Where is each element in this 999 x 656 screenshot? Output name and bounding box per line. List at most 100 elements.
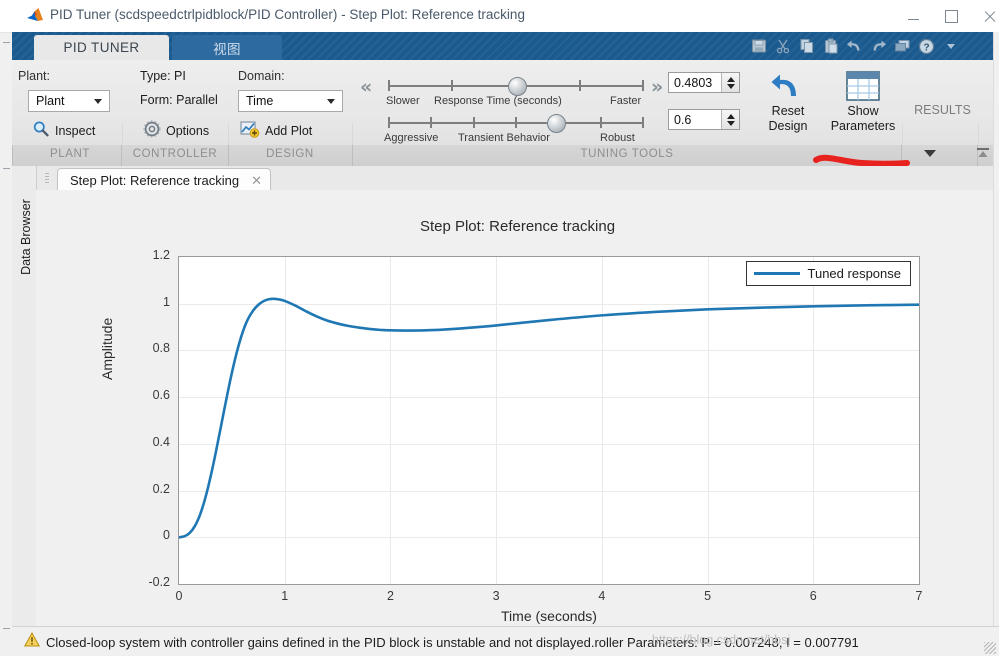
stepper-down-icon <box>727 121 735 126</box>
transient-behavior-value: 0.6 <box>669 113 721 127</box>
data-browser-sidebar[interactable]: Data Browser <box>12 166 37 626</box>
resize-grip[interactable] <box>984 642 996 654</box>
close-button[interactable] <box>970 0 999 32</box>
window-title: PID Tuner (scdspeedctrlpidblock/PID Cont… <box>50 7 525 22</box>
show-parameters-button[interactable]: Show Parameters <box>824 68 902 134</box>
response-time-spinbox[interactable]: 0.4803 <box>668 72 740 93</box>
table-icon <box>824 68 902 104</box>
plant-combo-value: Plant <box>29 94 94 108</box>
response-time-stepper[interactable] <box>721 73 739 92</box>
tuned-response-curve <box>179 257 919 584</box>
title-bar: PID Tuner (scdspeedctrlpidblock/PID Cont… <box>0 0 999 33</box>
slider-center-label: Response Time (seconds) <box>434 95 562 107</box>
tab-pid-tuner[interactable]: PID TUNER <box>34 35 169 60</box>
results-group-title: RESULTS <box>905 103 980 117</box>
legend-label: Tuned response <box>808 266 901 281</box>
x-tick-label: 4 <box>582 589 622 603</box>
x-tick-label: 3 <box>476 589 516 603</box>
slider-knob[interactable] <box>547 114 566 133</box>
y-tick-label: 0.6 <box>130 388 170 402</box>
status-watermark: https://blog.csdn.net/hbsj <box>652 633 790 647</box>
collapse-ribbon-button[interactable] <box>972 143 994 163</box>
copy-icon[interactable] <box>796 37 817 56</box>
undo-icon[interactable] <box>844 37 865 56</box>
slider-left-label: Slower <box>386 95 420 107</box>
tab-drag-handle[interactable] <box>45 173 49 185</box>
transient-behavior-stepper[interactable] <box>721 110 739 129</box>
maximize-icon <box>945 10 958 23</box>
help-icon[interactable]: ? <box>916 37 937 56</box>
data-browser-label: Data Browser <box>19 187 33 287</box>
redo-icon[interactable] <box>868 37 889 56</box>
double-chevron-left-icon[interactable]: « <box>360 76 372 98</box>
status-bar: Closed-loop system with controller gains… <box>12 626 999 656</box>
maximize-button[interactable] <box>932 0 970 32</box>
y-tick-label: 0.2 <box>130 482 170 496</box>
quick-access-toolbar: ? <box>748 36 961 56</box>
qat-dropdown-icon[interactable] <box>940 37 961 56</box>
collapse-ribbon-icon <box>976 147 990 160</box>
domain-combo[interactable]: Time <box>238 90 343 112</box>
magnifier-icon <box>32 120 50 141</box>
inspect-button[interactable]: Inspect <box>32 120 95 141</box>
options-label: Options <box>166 124 209 138</box>
slider-left-label: Aggressive <box>384 132 438 144</box>
results-dropdown-button[interactable] <box>918 143 942 163</box>
x-tick-label: 2 <box>370 589 410 603</box>
y-tick-label: 1 <box>130 295 170 309</box>
document-tab-strip: Step Plot: Reference tracking ✕ <box>12 166 999 191</box>
x-tick-label: 0 <box>159 589 199 603</box>
close-icon <box>983 10 996 23</box>
plant-caption: Plant: <box>18 69 50 83</box>
svg-text:?: ? <box>923 42 929 53</box>
gear-icon <box>143 120 161 141</box>
slider-right-label: Faster <box>610 95 641 107</box>
chevron-down-icon <box>327 99 335 104</box>
cut-icon[interactable] <box>772 37 793 56</box>
pid-tuner-window: PID Tuner (scdspeedctrlpidblock/PID Cont… <box>0 0 999 656</box>
domain-caption: Domain: <box>238 69 285 83</box>
document-tab-step-plot[interactable]: Step Plot: Reference tracking ✕ <box>57 168 271 192</box>
x-tick-label: 5 <box>688 589 728 603</box>
transient-behavior-slider[interactable]: Aggressive Transient Behavior Robust <box>388 122 644 146</box>
minimize-icon <box>908 19 919 20</box>
close-icon[interactable]: ✕ <box>251 173 262 189</box>
plot-canvas: Step Plot: Reference tracking Amplitude … <box>36 190 999 626</box>
group-label-plant: PLANT <box>20 148 120 164</box>
chevron-down-icon <box>94 99 102 104</box>
plant-combo[interactable]: Plant <box>28 90 110 112</box>
group-label-design: DESIGN <box>229 148 351 164</box>
add-plot-button[interactable]: Add Plot <box>240 120 317 141</box>
transient-behavior-spinbox[interactable]: 0.6 <box>668 109 740 130</box>
plot-title: Step Plot: Reference tracking <box>36 218 999 235</box>
y-tick-label: 1.2 <box>130 248 170 262</box>
plot-legend[interactable]: Tuned response <box>746 261 911 286</box>
slider-center-label: Transient Behavior <box>458 132 550 144</box>
controller-type: Type: PI <box>140 69 186 83</box>
y-tick-label: 0.4 <box>130 435 170 449</box>
y-tick-label: -0.2 <box>130 575 170 589</box>
matlab-icon <box>26 7 44 25</box>
group-label-controller: CONTROLLER <box>122 148 228 164</box>
double-chevron-right-icon[interactable]: » <box>651 76 663 98</box>
tab-view[interactable]: 视图 <box>172 35 282 60</box>
paste-icon[interactable] <box>820 37 841 56</box>
response-time-slider[interactable]: Slower Response Time (seconds) Faster <box>388 85 644 109</box>
inspect-label: Inspect <box>55 124 95 138</box>
add-plot-label: Add Plot <box>265 124 312 138</box>
controller-form: Form: Parallel <box>140 93 218 107</box>
layout-icon[interactable] <box>892 37 913 56</box>
reset-design-label-line1: Reset <box>752 104 824 119</box>
save-icon[interactable] <box>748 37 769 56</box>
options-button[interactable]: Options <box>143 120 209 141</box>
minimize-button[interactable] <box>894 0 932 32</box>
plot-area: Tuned response <box>178 256 920 585</box>
reset-design-label-line2: Design <box>752 119 824 134</box>
y-axis-label: Amplitude <box>99 318 115 380</box>
window-right-edge <box>993 32 999 626</box>
reset-design-button[interactable]: Reset Design <box>752 68 824 134</box>
y-tick-label: 0 <box>130 528 170 542</box>
chevron-down-icon <box>923 148 937 158</box>
slider-knob[interactable] <box>508 77 527 96</box>
x-tick-label: 1 <box>265 589 305 603</box>
